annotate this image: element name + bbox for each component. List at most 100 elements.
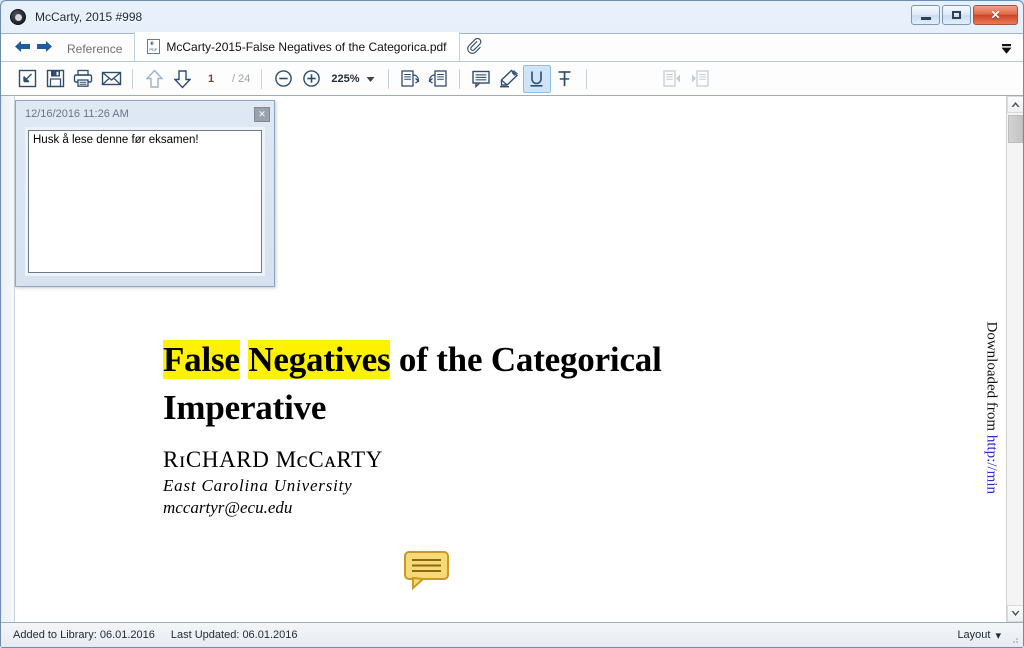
pdf-email: mccartyr@ecu.edu — [163, 497, 293, 517]
pdf-affiliation: East Carolina University — [163, 475, 353, 495]
save-button[interactable] — [41, 65, 69, 93]
sticky-note-header: 12/16/2016 11:26 AM ✕ — [16, 101, 274, 127]
toolbar-separator — [585, 68, 587, 89]
sticky-note-date: 12/16/2016 11:26 AM — [25, 108, 129, 120]
pdf-title: False Negatives of the Categorical Imper… — [163, 336, 863, 433]
zoom-level-label[interactable]: 225% — [331, 73, 359, 85]
pdf-page[interactable]: False Negatives of the Categorical Imper… — [1, 96, 1006, 622]
print-button[interactable] — [69, 65, 97, 93]
pdf-note-annotation[interactable] — [403, 550, 451, 591]
pdf-title-highlight-2: Negatives — [248, 340, 391, 379]
sticky-note-icon — [471, 70, 490, 88]
vertical-scrollbar[interactable] — [1006, 96, 1023, 622]
zoom-in-icon — [303, 70, 320, 87]
attachment-button[interactable] — [460, 32, 490, 61]
maximize-button[interactable] — [942, 5, 971, 25]
chevron-down-icon — [1011, 611, 1020, 616]
paste-icon — [428, 70, 447, 87]
tab-bar: Reference McCarty-2015-False Negatives o… — [1, 32, 1023, 62]
pdf-downloaded-from: Downloaded from http://min — [982, 322, 999, 495]
sticky-note-body — [25, 127, 265, 276]
page-left-margin — [1, 96, 15, 622]
panel-left-button[interactable] — [658, 65, 686, 93]
back-button[interactable] — [11, 32, 33, 61]
panel-left-icon — [662, 70, 680, 87]
resize-grip-icon[interactable] — [1009, 634, 1019, 644]
close-icon: ✕ — [990, 8, 1001, 22]
pdf-title-line2: Imperative — [163, 388, 327, 428]
sticky-note-textarea[interactable] — [28, 130, 262, 273]
tab-reference-label: Reference — [67, 41, 123, 56]
panel-right-button[interactable] — [686, 65, 714, 93]
chevron-down-icon: ▾ — [995, 629, 1001, 642]
highlight-button[interactable] — [495, 65, 523, 93]
scroll-down-button[interactable] — [1007, 605, 1023, 622]
scrollbar-thumb[interactable] — [1008, 115, 1023, 143]
status-last-updated: Last Updated: 06.01.2016 — [170, 629, 298, 641]
tab-overflow-button[interactable] — [1000, 42, 1013, 60]
strikethrough-button[interactable] — [551, 65, 579, 93]
title-bar: McCarty, 2015 #998 ✕ — [1, 1, 1023, 33]
panel-right-icon — [691, 70, 709, 87]
minimize-button[interactable] — [911, 5, 940, 25]
pdf-title-rest: of the Categorical — [390, 340, 662, 379]
copy-icon — [400, 70, 419, 87]
forward-button[interactable] — [33, 32, 55, 61]
close-button[interactable]: ✕ — [973, 5, 1018, 25]
layout-label: Layout — [957, 629, 991, 641]
print-icon — [73, 69, 93, 87]
layout-button[interactable]: Layout ▾ — [957, 629, 1001, 642]
page-total-label: / 24 — [232, 72, 251, 85]
sticky-note-annotation-icon — [404, 551, 449, 591]
paste-button[interactable] — [424, 65, 452, 93]
downloaded-url-link[interactable]: http://min — [983, 435, 999, 494]
zoom-out-icon — [275, 70, 292, 87]
zoom-dropdown-button[interactable] — [364, 70, 381, 88]
toolbar-separator — [132, 68, 133, 89]
next-page-button[interactable] — [168, 65, 196, 93]
chevron-down-icon — [366, 76, 374, 82]
open-button[interactable] — [13, 65, 41, 93]
endnote-icon — [10, 9, 26, 25]
pdf-document-area[interactable]: False Negatives of the Categorical Imper… — [1, 96, 1023, 623]
email-button[interactable] — [97, 65, 125, 93]
chevron-down-icon — [1001, 44, 1012, 54]
sticky-note-popup[interactable]: 12/16/2016 11:26 AM ✕ — [15, 100, 275, 287]
endnote-pdf-viewer-window: McCarty, 2015 #998 ✕ Reference McCarty-2… — [0, 0, 1024, 648]
arrow-left-icon — [14, 41, 30, 52]
pdf-author: RɪCHARD MᴄCᴀRTY — [163, 446, 383, 472]
scroll-up-button[interactable] — [1007, 96, 1023, 113]
tab-reference[interactable]: Reference — [55, 36, 134, 61]
tab-pdf[interactable]: McCarty-2015-False Negatives of the Cate… — [134, 32, 460, 61]
close-icon: ✕ — [258, 108, 266, 119]
copy-button[interactable] — [396, 65, 424, 93]
save-icon — [46, 69, 64, 88]
page-number-input[interactable]: 1 — [200, 73, 222, 85]
add-sticky-note-button[interactable] — [467, 65, 495, 93]
strikethrough-icon — [558, 71, 571, 87]
tab-pdf-label: McCarty-2015-False Negatives of the Cate… — [166, 39, 447, 54]
arrow-right-icon — [36, 41, 52, 52]
window-title: McCarty, 2015 #998 — [35, 10, 143, 24]
status-added-to-library: Added to Library: 06.01.2016 — [13, 629, 155, 641]
open-in-icon — [18, 69, 36, 88]
toolbar-separator — [458, 68, 460, 89]
paperclip-icon — [466, 38, 481, 54]
window-controls: ✕ — [911, 5, 1018, 25]
downloaded-prefix-label: Downloaded from — [983, 321, 999, 435]
chevron-up-icon — [1011, 102, 1020, 107]
underline-button[interactable] — [522, 64, 551, 93]
email-icon — [101, 71, 121, 86]
previous-page-button[interactable] — [140, 65, 168, 93]
zoom-out-button[interactable] — [269, 65, 297, 93]
arrow-down-icon — [173, 69, 191, 89]
pdf-title-highlight-1: False — [163, 340, 240, 379]
status-bar: Added to Library: 06.01.2016 Last Update… — [1, 623, 1023, 647]
pdf-header-block: False Negatives of the Categorical Imper… — [163, 336, 863, 518]
highlighter-icon — [500, 69, 519, 88]
sticky-note-close-button[interactable]: ✕ — [254, 106, 270, 122]
toolbar-separator — [261, 68, 263, 89]
pdf-file-icon — [147, 39, 161, 54]
zoom-in-button[interactable] — [297, 65, 325, 93]
underline-icon — [530, 71, 543, 87]
